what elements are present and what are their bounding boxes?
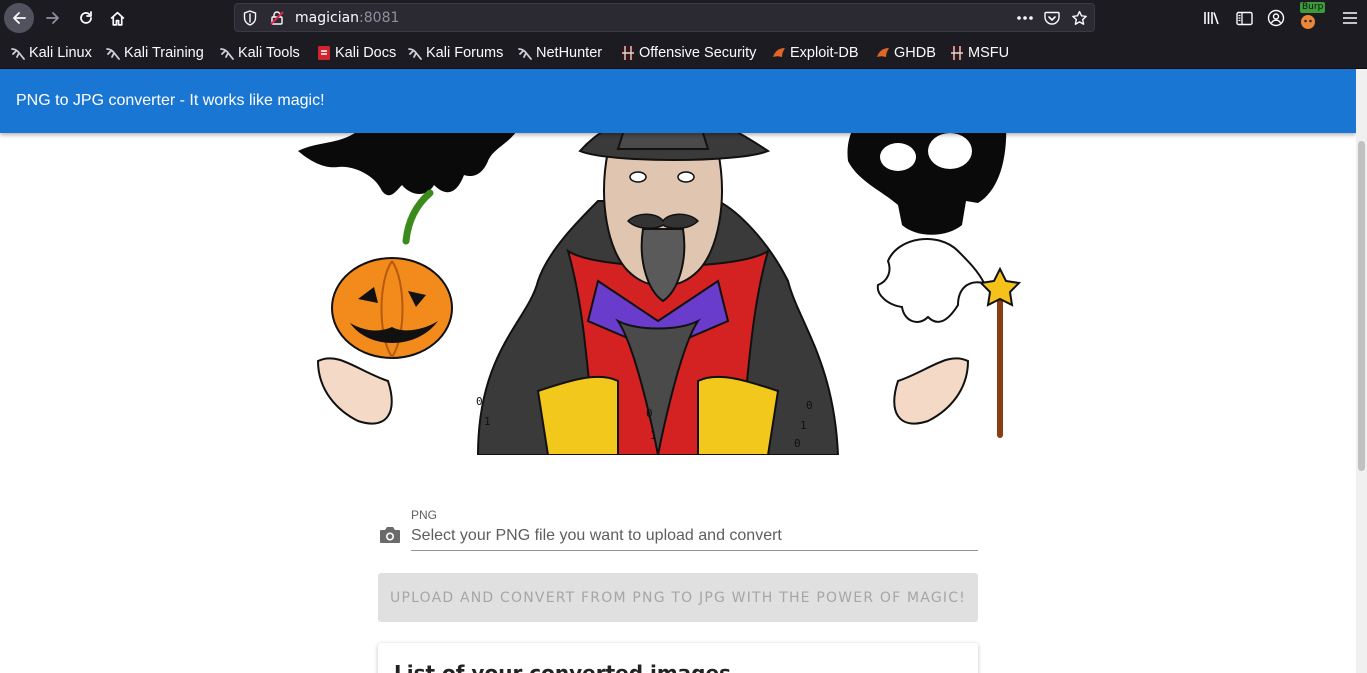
kali-dragon-icon bbox=[106, 48, 120, 60]
bookmark-ghdb[interactable]: GHDB bbox=[875, 43, 936, 63]
url-host: magician bbox=[295, 10, 360, 26]
field-label: PNG bbox=[411, 508, 438, 522]
bookmark-nethunter[interactable]: NetHunter bbox=[517, 43, 602, 63]
menu-icon[interactable] bbox=[1338, 6, 1362, 30]
bookmark-label: Exploit-DB bbox=[790, 45, 859, 61]
kali-docs-icon bbox=[318, 46, 330, 60]
bookmark-star-icon[interactable] bbox=[1069, 8, 1089, 28]
robe-binary-digit: 1 bbox=[484, 415, 491, 428]
sidebar-icon[interactable] bbox=[1232, 6, 1256, 30]
forward-button[interactable] bbox=[38, 3, 68, 33]
robe-binary-digit: 0 bbox=[476, 395, 483, 408]
bookmark-label: Kali Linux bbox=[29, 45, 92, 61]
bookmark-exploit-db[interactable]: Exploit-DB bbox=[771, 43, 859, 63]
png-file-field[interactable]: PNG Select your PNG file you want to upl… bbox=[378, 505, 978, 551]
exploitdb-icon bbox=[877, 48, 889, 57]
magic-wand bbox=[978, 266, 1022, 438]
kali-dragon-icon bbox=[518, 48, 532, 60]
robe-binary-digit: 1 bbox=[650, 429, 657, 442]
scrollbar-thumb[interactable] bbox=[1358, 141, 1365, 471]
library-icon[interactable] bbox=[1200, 6, 1224, 30]
png-file-input[interactable]: Select your PNG file you want to upload … bbox=[411, 525, 978, 551]
reload-button[interactable] bbox=[71, 3, 101, 33]
bookmark-kali-linux[interactable]: Kali Linux bbox=[10, 43, 92, 63]
back-button[interactable] bbox=[4, 3, 34, 33]
robe-binary-digit: 0 bbox=[646, 407, 653, 420]
kali-dragon-icon bbox=[408, 48, 422, 60]
app-title: PNG to JPG converter - It works like mag… bbox=[16, 92, 325, 109]
bookmark-label: Kali Training bbox=[124, 45, 204, 61]
pumpkin bbox=[331, 189, 453, 359]
bookmark-label: NetHunter bbox=[536, 45, 603, 61]
robe-binary-digit: 1 bbox=[800, 419, 807, 432]
bookmark-label: Kali Tools bbox=[238, 45, 300, 61]
account-icon[interactable] bbox=[1264, 6, 1288, 30]
skull-silhouette bbox=[847, 121, 1007, 235]
wizard-illustration: 0 1 0 1 0 1 0 bbox=[298, 121, 1022, 455]
offsec-icon bbox=[622, 46, 634, 60]
exploitdb-icon bbox=[773, 48, 785, 57]
bookmark-label: Offensive Security bbox=[639, 45, 757, 61]
bookmark-kali-docs[interactable]: Kali Docs bbox=[316, 43, 396, 63]
bookmark-kali-forums[interactable]: Kali Forums bbox=[407, 43, 503, 63]
pocket-icon[interactable] bbox=[1042, 8, 1062, 28]
bookmark-label: Kali Forums bbox=[426, 45, 504, 61]
bookmark-msfu[interactable]: MSFU bbox=[949, 43, 1009, 63]
insecure-lock-icon[interactable] bbox=[267, 8, 287, 28]
robe-binary-digit: 0 bbox=[806, 399, 813, 412]
kali-dragon-icon bbox=[220, 48, 234, 60]
home-icon bbox=[110, 11, 124, 26]
reload-icon bbox=[80, 11, 92, 24]
kali-dragon-icon bbox=[11, 48, 25, 60]
bookmark-label: MSFU bbox=[968, 45, 1010, 61]
dove bbox=[876, 237, 986, 323]
card-title: List of your converted images bbox=[394, 661, 731, 673]
arrow-right-icon bbox=[46, 12, 59, 24]
browser-toolbar: magician:8081 Burp bbox=[0, 0, 1367, 36]
url-bar[interactable]: magician:8081 bbox=[234, 3, 1095, 32]
more-actions-icon[interactable] bbox=[1015, 8, 1035, 28]
offsec-icon bbox=[951, 46, 963, 60]
camera-icon[interactable] bbox=[378, 525, 402, 545]
app-bar: PNG to JPG converter - It works like mag… bbox=[0, 69, 1356, 133]
shield-icon[interactable] bbox=[240, 8, 260, 28]
url-text[interactable]: magician:8081 bbox=[295, 10, 399, 26]
page-scrollbar[interactable] bbox=[1356, 69, 1367, 673]
converted-images-card: List of your converted images bbox=[378, 643, 978, 673]
bookmarks-toolbar: Kali Linux Kali Training Kali Tools Kali… bbox=[0, 36, 1367, 69]
bookmark-label: GHDB bbox=[894, 45, 936, 61]
upload-convert-button[interactable]: UPLOAD AND CONVERT FROM PNG TO JPG WITH … bbox=[378, 573, 978, 622]
url-port: :8081 bbox=[359, 10, 400, 26]
bookmark-kali-tools[interactable]: Kali Tools bbox=[219, 43, 300, 63]
bookmark-label: Kali Docs bbox=[335, 45, 397, 61]
page-viewport: PNG to JPG converter - It works like mag… bbox=[0, 69, 1356, 673]
arrow-left-icon bbox=[13, 12, 26, 24]
burp-badge: Burp bbox=[1300, 2, 1326, 13]
robe-binary-digit: 0 bbox=[794, 437, 801, 450]
bookmark-offensive-security[interactable]: Offensive Security bbox=[620, 43, 756, 63]
bookmark-kali-training[interactable]: Kali Training bbox=[105, 43, 204, 63]
home-button[interactable] bbox=[102, 3, 132, 33]
burp-extension-icon[interactable]: Burp bbox=[1296, 2, 1326, 32]
